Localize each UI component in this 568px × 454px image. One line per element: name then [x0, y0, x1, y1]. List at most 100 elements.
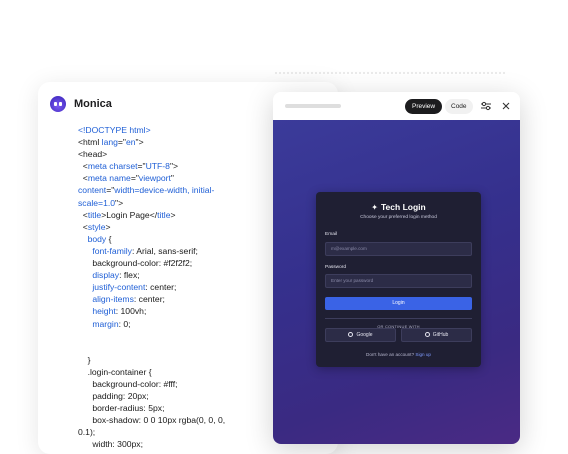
code-token: display [92, 270, 120, 281]
login-button[interactable]: Login [325, 297, 472, 310]
code-token: lang [101, 137, 118, 148]
code-token: title [87, 209, 102, 220]
code-token: box-shadow: 0 0 10px rgba(0, 0, 0, [92, 415, 226, 426]
code-token: > [105, 221, 111, 232]
sparkle-icon: ✦ [371, 203, 378, 212]
password-field[interactable]: Enter your password [325, 274, 472, 288]
title-placeholder-bar [285, 104, 341, 108]
code-token: justify-content [92, 282, 146, 293]
code-line: height: 100vh; [78, 305, 298, 317]
code-token: : 100vh; [115, 306, 147, 317]
login-subtitle: Choose your preferred login method [360, 215, 437, 220]
code-token: background-color: #fff; [92, 378, 178, 389]
code-line: scale=1.0"> [78, 197, 298, 209]
code-line: content="width=device-width, initial- [78, 184, 298, 196]
monica-logo-icon [50, 96, 66, 112]
code-token: > [170, 209, 176, 220]
code-token: body [87, 233, 107, 244]
code-line: font-family: Arial, sans-serif; [78, 245, 298, 257]
code-token: en [125, 137, 136, 148]
code-token: " [170, 173, 174, 184]
code-token: =" [137, 161, 146, 172]
code-token: "> [169, 161, 179, 172]
code-line: 0.1); [78, 426, 298, 438]
code-token: scale=1.0 [78, 197, 116, 208]
code-token: <html [78, 137, 102, 148]
code-line: display: flex; [78, 269, 298, 281]
code-token: 0.1); [78, 427, 96, 438]
code-token: <head> [78, 149, 108, 160]
code-token: : flex; [119, 270, 140, 281]
google-icon [348, 332, 354, 337]
password-label: Password [325, 265, 347, 270]
signup-link[interactable]: Sign up [415, 352, 431, 357]
code-line: padding: 20px; [78, 390, 298, 402]
github-icon [424, 332, 430, 337]
code-token: .login-container { [87, 366, 152, 377]
email-field[interactable]: m@example.com [325, 242, 472, 256]
code-line: body { [78, 233, 298, 245]
code-token: : Arial, sans-serif; [131, 245, 198, 256]
code-token: "> [115, 197, 124, 208]
code-token: viewport [138, 173, 171, 184]
code-line: box-shadow: 0 0 10px rgba(0, 0, 0, [78, 414, 298, 426]
close-icon[interactable] [501, 101, 511, 111]
code-token: border-radius: 5px; [92, 402, 165, 413]
code-line: <html lang="en"> [78, 136, 298, 148]
code-token: UTF-8 [145, 161, 170, 172]
code-line: background-color: #f2f2f2; [78, 257, 298, 269]
code-line: <meta name="viewport" [78, 172, 298, 184]
login-card: ✦ Tech Login Choose your preferred login … [316, 192, 481, 367]
code-line: <style> [78, 221, 298, 233]
code-token: height [92, 306, 116, 317]
code-line: <meta charset="UTF-8"> [78, 160, 298, 172]
code-token: meta charset [87, 161, 138, 172]
code-token: : 0; [118, 318, 131, 329]
code-line: <head> [78, 148, 298, 160]
code-token: : center; [133, 294, 165, 305]
code-line: border-radius: 5px; [78, 402, 298, 414]
github-button[interactable]: GitHub [401, 328, 472, 342]
tab-preview[interactable]: Preview [405, 99, 443, 114]
code-line: background-color: #fff; [78, 378, 298, 390]
code-line: width: 300px; [78, 438, 298, 450]
code-line: } [78, 354, 298, 366]
code-token: "> [135, 137, 144, 148]
preview-header: Preview Code [273, 92, 520, 120]
preview-canvas: ✦ Tech Login Choose your preferred login … [273, 120, 520, 444]
code-block[interactable]: <!DOCTYPE html> <html lang="en"> <head> <m… [78, 124, 298, 450]
code-line: margin: 0; [78, 318, 298, 330]
code-token: style [87, 221, 106, 232]
signup-prompt: Don't have an account? Sign up [366, 352, 431, 357]
code-token: =" [117, 137, 126, 148]
code-line: .login-container { [78, 366, 298, 378]
tab-code[interactable]: Code [445, 99, 473, 114]
code-token: width=device-width, initial- [114, 185, 215, 196]
code-token: align-items [92, 294, 134, 305]
code-token: =" [130, 173, 139, 184]
window-edge-dots [275, 72, 505, 74]
google-button[interactable]: Google [325, 328, 396, 342]
preview-window: Preview Code ✦ Tech Login Choose your pre… [273, 92, 520, 444]
code-token: meta name [87, 173, 131, 184]
code-line: <title>Login Page</title> [78, 209, 298, 221]
code-token: font-family [92, 245, 132, 256]
code-token: >Login Page</ [101, 209, 158, 220]
brand-name: Monica [74, 98, 112, 110]
code-token: { [106, 233, 112, 244]
code-token: : center; [145, 282, 177, 293]
code-line: align-items: center; [78, 293, 298, 305]
code-token: width: 300px; [92, 439, 143, 450]
code-line: <!DOCTYPE html> [78, 124, 298, 136]
code-token: background-color: #f2f2f2; [92, 258, 193, 269]
code-line: justify-content: center; [78, 281, 298, 293]
login-title: ✦ Tech Login [371, 202, 426, 212]
brand: Monica [50, 96, 112, 112]
code-token: <!DOCTYPE html> [78, 125, 151, 135]
email-label: Email [325, 232, 337, 237]
settings-sliders-icon[interactable] [480, 101, 492, 111]
code-token: padding: 20px; [92, 390, 149, 401]
code-token: content [78, 185, 107, 196]
